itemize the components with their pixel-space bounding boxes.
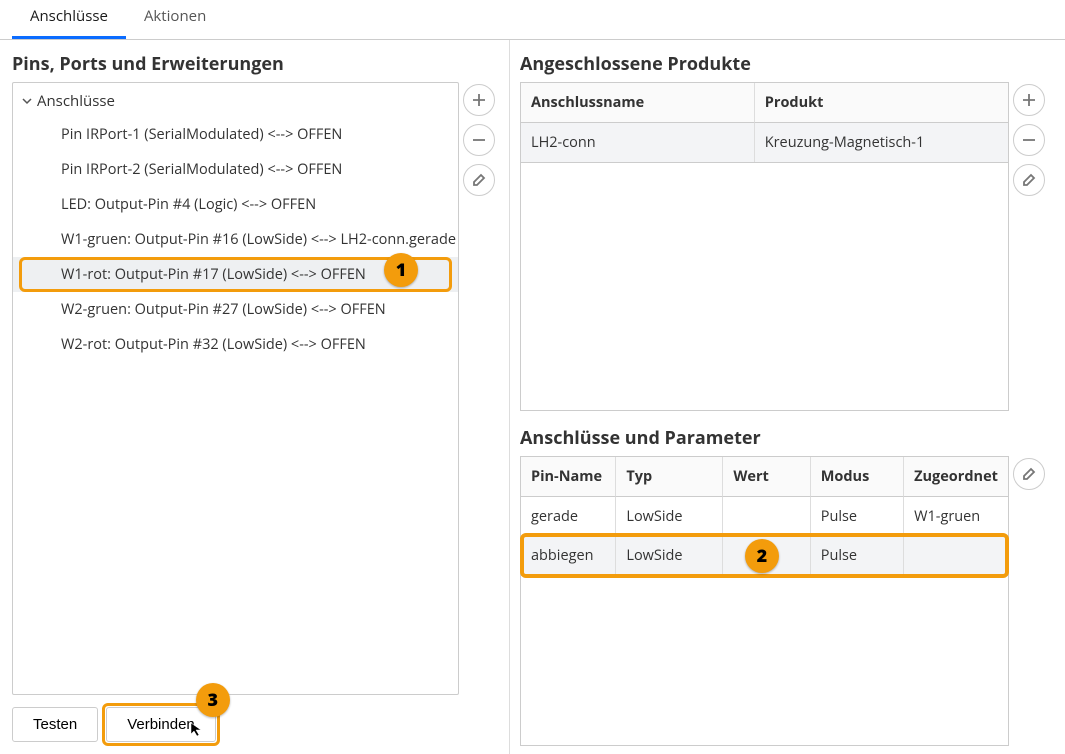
cell	[904, 536, 1008, 575]
left-footer: Testen Verbinden 3	[12, 695, 503, 746]
products-panel: Angeschlossene Produkte Anschlussname Pr…	[520, 48, 1053, 406]
col-assigned: Zugeordnet	[904, 457, 1008, 497]
add-button[interactable]	[463, 84, 495, 116]
remove-button[interactable]	[463, 124, 495, 156]
tree-item-label: W1-rot: Output-Pin #17 (LowSide) <--> OF…	[61, 265, 366, 284]
cell: Pulse	[811, 497, 904, 536]
callout-badge-2: 2	[745, 539, 779, 573]
col-type: Typ	[616, 457, 723, 497]
left-panel-title: Pins, Ports und Erweiterungen	[12, 52, 503, 76]
parameters-title: Anschlüsse und Parameter	[520, 426, 1053, 450]
pencil-icon	[1021, 466, 1037, 482]
cell: W1-gruen	[904, 497, 1008, 536]
products-toolbar	[1013, 82, 1053, 196]
left-panel: Pins, Ports und Erweiterungen Anschlüsse…	[0, 40, 510, 754]
test-button[interactable]: Testen	[12, 707, 98, 742]
tree-item-label: W1-gruen: Output-Pin #16 (LowSide) <--> …	[61, 230, 456, 249]
remove-button[interactable]	[1013, 124, 1045, 156]
col-mode: Modus	[811, 457, 904, 497]
tree-item[interactable]: Pin IRPort-2 (SerialModulated) <--> OFFE…	[13, 152, 458, 187]
cell: gerade	[521, 497, 616, 536]
tree-item-label: LED: Output-Pin #4 (Logic) <--> OFFEN	[61, 195, 316, 214]
tree-item[interactable]: LED: Output-Pin #4 (Logic) <--> OFFEN	[13, 187, 458, 222]
edit-button[interactable]	[1013, 458, 1045, 490]
callout-badge-3: 3	[196, 683, 230, 717]
products-title: Angeschlossene Produkte	[520, 52, 1053, 76]
minus-icon	[471, 132, 487, 148]
pencil-icon	[471, 172, 487, 188]
tree-item-selected[interactable]: W1-rot: Output-Pin #17 (LowSide) <--> OF…	[13, 257, 458, 292]
tab-connections[interactable]: Anschlüsse	[12, 0, 126, 39]
cell: LowSide	[616, 497, 723, 536]
tree-item[interactable]: W2-rot: Output-Pin #32 (LowSide) <--> OF…	[13, 327, 458, 362]
tree-item-label: Pin IRPort-2 (SerialModulated) <--> OFFE…	[61, 160, 342, 179]
test-button-label: Testen	[33, 716, 77, 733]
col-pin-name: Pin-Name	[521, 457, 616, 497]
tree-item[interactable]: W1-gruen: Output-Pin #16 (LowSide) <--> …	[13, 222, 458, 257]
parameters-panel: Anschlüsse und Parameter Pin-Name Typ We…	[520, 422, 1053, 746]
tree-toolbar	[463, 82, 503, 196]
edit-button[interactable]	[1013, 164, 1045, 196]
cursor-icon	[189, 721, 205, 737]
cell-prod: Kreuzung-Magnetisch-1	[755, 123, 1008, 162]
col-product: Produkt	[755, 83, 1008, 123]
products-table[interactable]: Anschlussname Produkt LH2-conn Kreuzung-…	[520, 82, 1009, 163]
parameters-table-empty-area	[520, 576, 1009, 746]
pencil-icon	[1021, 172, 1037, 188]
col-connection-name: Anschlussname	[521, 83, 755, 123]
right-panel: Angeschlossene Produkte Anschlussname Pr…	[510, 40, 1065, 754]
tree-item[interactable]: W2-gruen: Output-Pin #27 (LowSide) <--> …	[13, 292, 458, 327]
cell: LowSide	[616, 536, 723, 575]
callout-badge-1: 1	[384, 253, 418, 287]
edit-button[interactable]	[463, 164, 495, 196]
connections-tree[interactable]: Anschlüsse Pin IRPort-1 (SerialModulated…	[12, 82, 459, 695]
tree-item-label: W2-rot: Output-Pin #32 (LowSide) <--> OF…	[61, 335, 366, 354]
connect-button[interactable]: Verbinden	[106, 707, 216, 742]
cell: abbiegen	[521, 536, 616, 575]
plus-icon	[471, 92, 487, 108]
disclosure-icon[interactable]	[21, 95, 33, 107]
cell-conn: LH2-conn	[521, 123, 755, 162]
tree-root-label: Anschlüsse	[37, 91, 115, 111]
parameters-toolbar	[1013, 456, 1053, 490]
cell: Pulse	[811, 536, 904, 575]
products-table-empty-area	[520, 163, 1009, 411]
table-row[interactable]: LH2-conn Kreuzung-Magnetisch-1	[521, 123, 1008, 162]
tree-item-label: Pin IRPort-1 (SerialModulated) <--> OFFE…	[61, 125, 342, 144]
tree-root[interactable]: Anschlüsse	[13, 85, 458, 117]
tab-actions[interactable]: Aktionen	[126, 0, 224, 39]
cell	[723, 497, 810, 536]
minus-icon	[1021, 132, 1037, 148]
plus-icon	[1021, 92, 1037, 108]
tree-item-label: W2-gruen: Output-Pin #27 (LowSide) <--> …	[61, 300, 386, 319]
connect-button-label: Verbinden	[127, 716, 195, 733]
add-button[interactable]	[1013, 84, 1045, 116]
table-row[interactable]: gerade LowSide Pulse W1-gruen	[521, 497, 1008, 536]
col-value: Wert	[723, 457, 810, 497]
tab-bar: Anschlüsse Aktionen	[0, 0, 1065, 40]
tree-item[interactable]: Pin IRPort-1 (SerialModulated) <--> OFFE…	[13, 117, 458, 152]
